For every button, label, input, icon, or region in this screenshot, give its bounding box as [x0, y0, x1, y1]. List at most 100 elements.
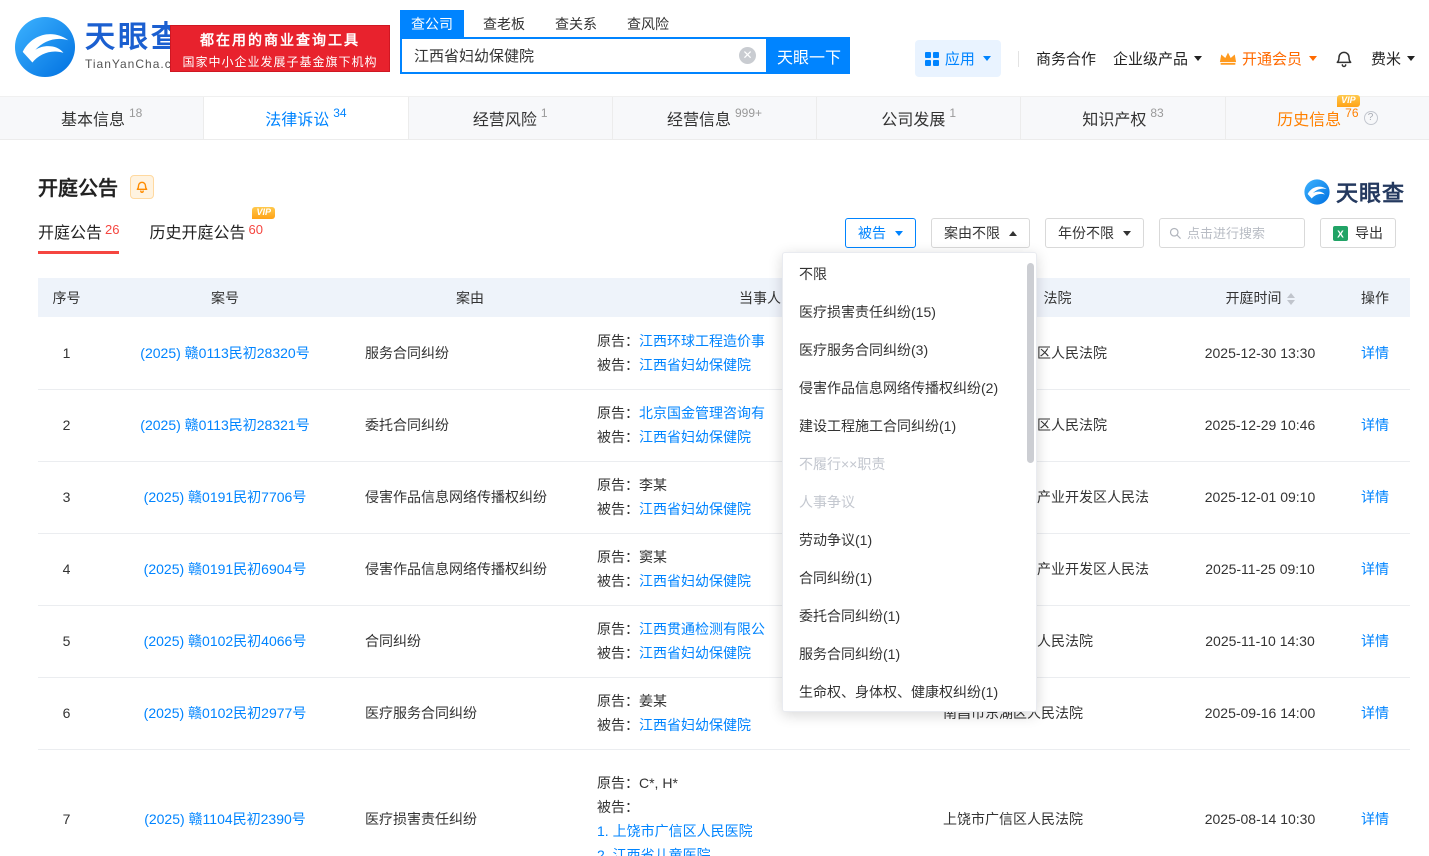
- case-number-link[interactable]: (2025) 赣0102民初2977号: [144, 705, 307, 721]
- party-role-label: 被告：: [597, 429, 639, 445]
- crown-icon: [1219, 51, 1237, 66]
- party-name-link[interactable]: 江西贯通检测有限公: [639, 621, 765, 637]
- subtab-0[interactable]: 开庭公告26: [38, 219, 119, 254]
- cause-option-label: 医疗服务合同纠纷: [799, 342, 911, 358]
- cause-option-2[interactable]: 医疗服务合同纠纷(3): [783, 331, 1036, 369]
- cause-filter-button[interactable]: 案由不限: [931, 218, 1030, 248]
- parties-cell: 原告：C*, H*被告：1. 上饶市广信区人民医院2. 江西省儿童医院: [585, 749, 935, 856]
- party-name-link[interactable]: 北京国金管理咨询有: [639, 405, 765, 421]
- cause-option-7[interactable]: 劳动争议(1): [783, 521, 1036, 559]
- help-icon[interactable]: ?: [1364, 111, 1378, 125]
- subtab-1[interactable]: 历史开庭公告60VIP: [149, 219, 262, 254]
- cause-option-0[interactable]: 不限: [783, 255, 1036, 293]
- search-tab-boss[interactable]: 查老板: [472, 10, 536, 38]
- vip-upgrade-button[interactable]: 开通会员: [1219, 48, 1317, 69]
- detail-link[interactable]: 详情: [1361, 811, 1389, 827]
- cause-option-6: 人事争议: [783, 483, 1036, 521]
- list-search-box[interactable]: [1159, 218, 1305, 248]
- nav-tab-label: 历史信息: [1277, 106, 1341, 130]
- case-number-link[interactable]: (2025) 赣0113民初28321号: [140, 417, 309, 433]
- party-role-label: 原告：: [597, 693, 639, 709]
- cause-option-11[interactable]: 生命权、身体权、健康权纠纷(1): [783, 673, 1036, 711]
- nav-tab-operation-risk[interactable]: 经营风险 1: [409, 97, 613, 139]
- nav-tab-label: 经营信息: [667, 106, 731, 130]
- tianyancha-logo[interactable]: 天眼查 TianYanCha.com: [14, 16, 190, 78]
- party-name-link[interactable]: 江西省妇幼保健院: [639, 645, 751, 661]
- case-number-link[interactable]: (2025) 赣0113民初28320号: [140, 345, 309, 361]
- cause-option-4[interactable]: 建设工程施工合同纠纷(1): [783, 407, 1036, 445]
- notification-bell-icon[interactable]: [1334, 49, 1354, 69]
- cause-option-10[interactable]: 服务合同纠纷(1): [783, 635, 1036, 673]
- nav-tab-label: 经营风险: [473, 106, 537, 130]
- company-search-input[interactable]: [402, 39, 766, 72]
- cause-option-9[interactable]: 委托合同纠纷(1): [783, 597, 1036, 635]
- case-number-link[interactable]: (2025) 赣0102民初4066号: [144, 633, 307, 649]
- party-name-link[interactable]: 江西省妇幼保健院: [639, 573, 751, 589]
- year-filter-button[interactable]: 年份不限: [1045, 218, 1144, 248]
- case-number-link[interactable]: (2025) 赣0191民初7706号: [144, 489, 307, 505]
- table-head: 序号 案号 案由 当事人 法院 开庭时间 操作: [38, 278, 1410, 317]
- apps-label: 应用: [945, 48, 975, 69]
- business-cooperation-link[interactable]: 商务合作: [1036, 48, 1096, 69]
- search-icon: [1169, 226, 1181, 240]
- nav-tab-count: 1: [541, 106, 548, 120]
- search-input-wrap: ✕: [400, 37, 768, 74]
- nav-tab-count-wrap: 1: [945, 109, 956, 127]
- nav-tab-business-info[interactable]: 经营信息999+: [613, 97, 817, 139]
- party-name-link[interactable]: 江西省妇幼保健院: [639, 717, 751, 733]
- detail-link[interactable]: 详情: [1361, 345, 1389, 361]
- defendant-filter-button[interactable]: 被告: [845, 218, 916, 248]
- search-tab-risk[interactable]: 查风险: [616, 10, 680, 38]
- party-name: 姜某: [639, 693, 667, 709]
- detail-link[interactable]: 详情: [1361, 561, 1389, 577]
- nav-tab-history[interactable]: 历史信息VIP76?: [1226, 97, 1429, 139]
- party-name-link[interactable]: 江西省妇幼保健院: [639, 501, 751, 517]
- detail-link[interactable]: 详情: [1361, 489, 1389, 505]
- nav-tab-label: 法律诉讼: [265, 106, 329, 130]
- nav-tab-legal[interactable]: 法律诉讼34: [204, 97, 408, 139]
- enterprise-products-menu[interactable]: 企业级产品: [1113, 48, 1202, 69]
- party-role-label: 被告：: [597, 501, 639, 517]
- enterprise-products-label: 企业级产品: [1113, 48, 1188, 69]
- cause-option-3[interactable]: 侵害作品信息网络传播权纠纷(2): [783, 369, 1036, 407]
- user-menu[interactable]: 费米: [1371, 48, 1415, 69]
- cause-option-count: (1): [939, 418, 956, 434]
- export-button[interactable]: X 导出: [1320, 218, 1396, 248]
- search-tab-company[interactable]: 查公司: [400, 10, 464, 38]
- detail-link[interactable]: 详情: [1361, 633, 1389, 649]
- cause-cell: 医疗服务合同纠纷: [355, 677, 585, 749]
- party-role-label: 被告：: [597, 717, 639, 733]
- detail-link[interactable]: 详情: [1361, 705, 1389, 721]
- cause-option-1[interactable]: 医疗损害责任纠纷(15): [783, 293, 1036, 331]
- party-name-link[interactable]: 江西省妇幼保健院: [639, 429, 751, 445]
- slogan-line2: 国家中小企业发展子基金旗下机构: [171, 53, 389, 70]
- watermark-logo-icon: [1304, 179, 1330, 205]
- clear-search-icon[interactable]: ✕: [739, 47, 756, 64]
- hearing-time-cell: 2025-11-10 14:30: [1180, 605, 1340, 677]
- cause-option-label: 劳动争议: [799, 532, 855, 548]
- party-name-link[interactable]: 江西环球工程造价事: [639, 333, 765, 349]
- dropdown-scrollbar[interactable]: [1027, 263, 1034, 463]
- party-name-link[interactable]: 江西省妇幼保健院: [639, 357, 751, 373]
- search-submit-button[interactable]: 天眼一下: [768, 37, 850, 74]
- cause-cell: 服务合同纠纷: [355, 317, 585, 389]
- alert-subscribe-button[interactable]: [130, 175, 154, 199]
- nav-tab-basic-info[interactable]: 基本信息18: [0, 97, 204, 139]
- search-tabs: 查公司查老板查关系查风险: [400, 10, 680, 38]
- row-index-cell: 2: [38, 389, 95, 461]
- table-row: 4(2025) 赣0191民初6904号侵害作品信息网络传播权纠纷原告：窦某被告…: [38, 533, 1410, 605]
- detail-link[interactable]: 详情: [1361, 417, 1389, 433]
- row-index-cell: 7: [38, 749, 95, 856]
- apps-menu-button[interactable]: 应用: [915, 40, 1001, 77]
- nav-tab-intellectual-property[interactable]: 知识产权83: [1021, 97, 1225, 139]
- search-tab-relation[interactable]: 查关系: [544, 10, 608, 38]
- party-name-link[interactable]: 1. 上饶市广信区人民医院: [597, 823, 753, 839]
- sort-icon[interactable]: [1287, 293, 1295, 305]
- cause-option-8[interactable]: 合同纠纷(1): [783, 559, 1036, 597]
- list-search-input[interactable]: [1187, 226, 1295, 241]
- subtab-label: 开庭公告: [38, 225, 102, 242]
- nav-tab-development[interactable]: 公司发展1: [817, 97, 1021, 139]
- case-number-link[interactable]: (2025) 赣0191民初6904号: [144, 561, 307, 577]
- case-number-link[interactable]: (2025) 赣1104民初2390号: [144, 811, 306, 827]
- party-name-link[interactable]: 2. 江西省儿童医院: [597, 847, 711, 856]
